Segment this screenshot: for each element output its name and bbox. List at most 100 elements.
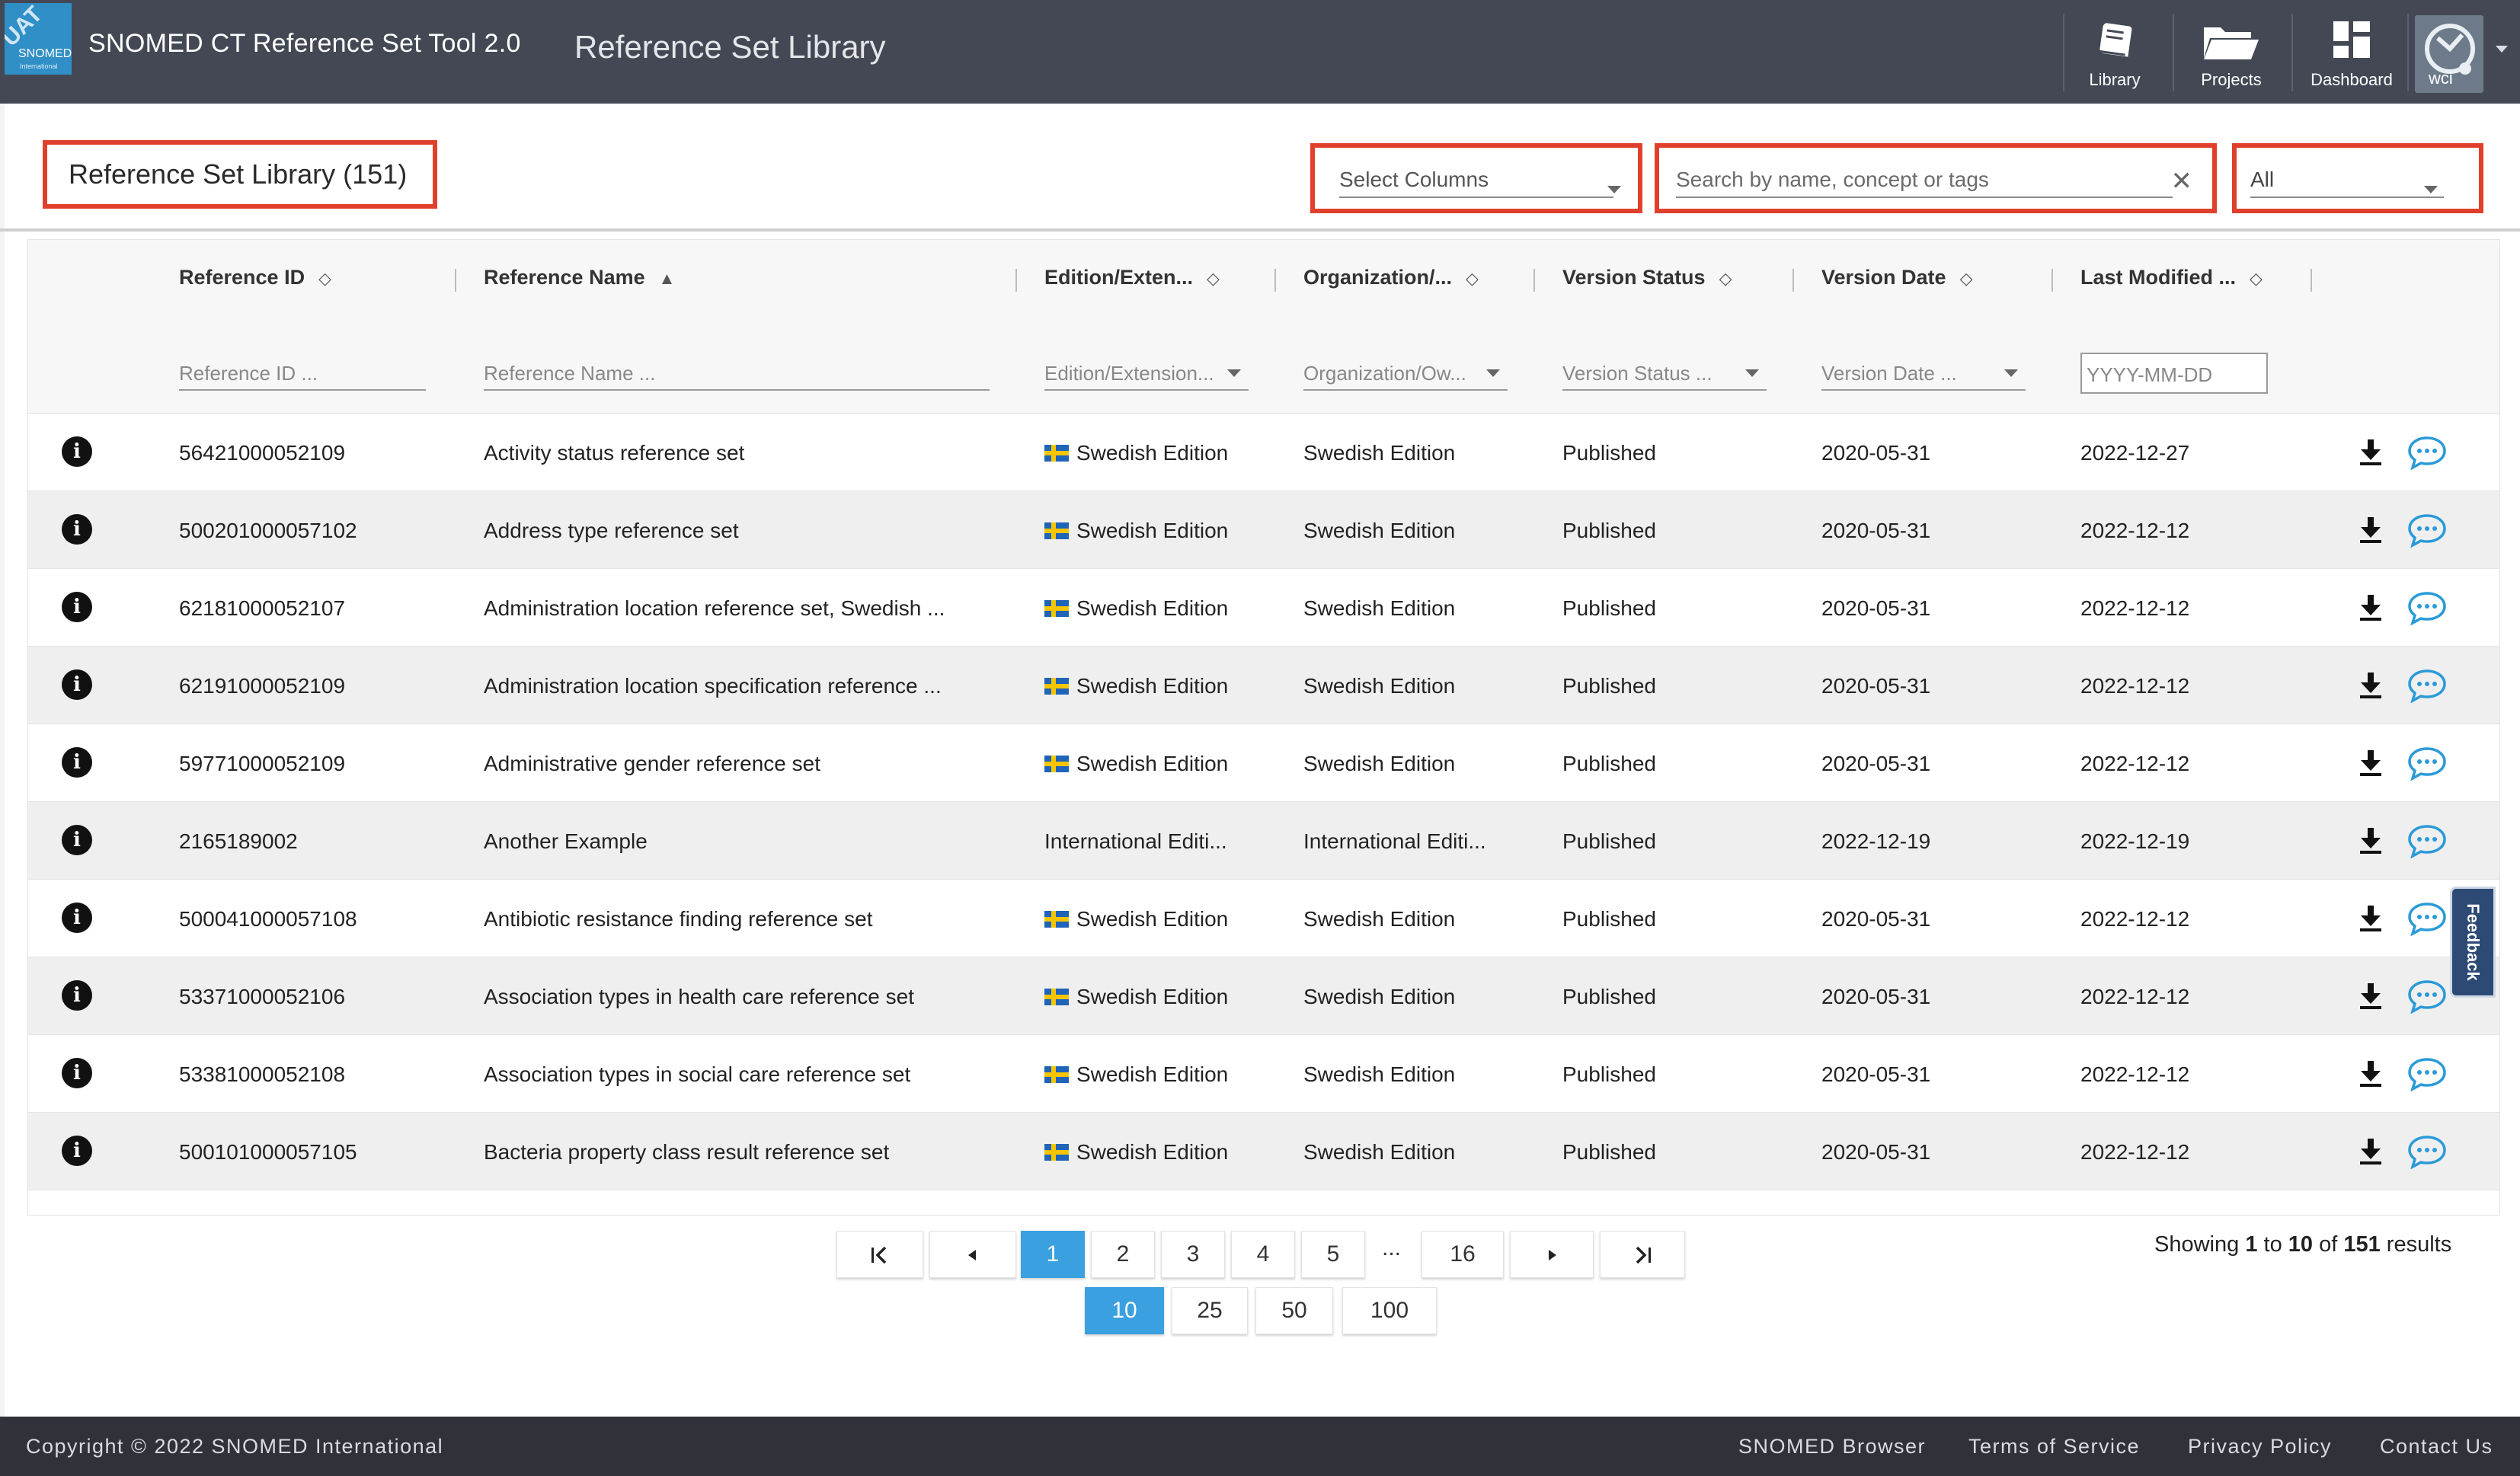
filter-organization[interactable]: Organization/Ow...: [1303, 362, 1486, 385]
filter-edition[interactable]: Edition/Extension...: [1044, 362, 1227, 385]
comment-icon[interactable]: [2406, 901, 2448, 936]
download-icon[interactable]: [2358, 749, 2384, 778]
page-button-1[interactable]: 1: [1021, 1231, 1085, 1278]
col-version-date[interactable]: Version Date ◇: [1821, 266, 1973, 289]
page-button-4[interactable]: 4: [1231, 1231, 1295, 1278]
download-icon[interactable]: [2358, 982, 2384, 1011]
table-row[interactable]: i 59771000052109 Administrative gender ref…: [28, 724, 2499, 802]
col-version-status[interactable]: Version Status ◇: [1562, 266, 1732, 289]
info-icon[interactable]: i: [62, 980, 92, 1011]
search-input[interactable]: Search by name, concept or tags ✕: [1655, 143, 2217, 213]
info-icon[interactable]: i: [62, 436, 92, 467]
page-button-2[interactable]: 2: [1091, 1231, 1155, 1278]
comment-icon[interactable]: [2406, 746, 2448, 781]
chevron-down-icon[interactable]: [2496, 46, 2508, 53]
col-reference-id[interactable]: Reference ID ◇: [179, 266, 331, 289]
col-edition[interactable]: Edition/Exten... ◇: [1044, 266, 1220, 289]
comment-icon[interactable]: [2406, 513, 2448, 548]
first-page-button[interactable]: [836, 1231, 923, 1278]
comment-icon[interactable]: [2406, 590, 2448, 625]
select-columns-dropdown[interactable]: Select Columns: [1310, 143, 1642, 213]
app-title[interactable]: SNOMED CT Reference Set Tool 2.0: [88, 29, 521, 59]
comment-icon[interactable]: [2406, 823, 2448, 858]
filter-last-modified[interactable]: YYYY-MM-DD: [2080, 353, 2268, 394]
comment-icon[interactable]: [2406, 1056, 2448, 1091]
download-icon[interactable]: [2358, 1059, 2384, 1088]
user-avatar[interactable]: wci: [2415, 15, 2483, 93]
filter-version-status[interactable]: Version Status ...: [1562, 362, 1745, 385]
snomed-logo[interactable]: UAT SNOMED International: [5, 3, 72, 75]
page-button-3[interactable]: 3: [1161, 1231, 1225, 1278]
nav-dashboard[interactable]: Dashboard: [2295, 9, 2409, 94]
page-size-50[interactable]: 50: [1255, 1287, 1333, 1334]
table-row[interactable]: i 62181000052107 Administration location r…: [28, 569, 2499, 647]
download-icon[interactable]: [2358, 516, 2384, 545]
download-icon[interactable]: [2358, 438, 2384, 467]
footer-link-terms[interactable]: Terms of Service: [1968, 1435, 2140, 1458]
info-icon[interactable]: i: [62, 669, 92, 700]
next-page-button[interactable]: [1510, 1231, 1594, 1278]
scope-dropdown[interactable]: All: [2232, 143, 2483, 213]
column-separator[interactable]: [455, 269, 456, 292]
comment-icon[interactable]: [2406, 668, 2448, 703]
table-row[interactable]: i 2165189002 Another Example International …: [28, 802, 2499, 880]
table-row[interactable]: i 500041000057108 Antibiotic resistance fi…: [28, 880, 2499, 957]
table-row[interactable]: i 62191000052109 Administration location s…: [28, 647, 2499, 724]
comment-icon[interactable]: [2406, 1134, 2448, 1169]
column-separator[interactable]: [1533, 269, 1535, 292]
info-icon[interactable]: i: [62, 1136, 92, 1166]
table-row[interactable]: i 53371000052106 Association types in heal…: [28, 957, 2499, 1035]
page-size-10[interactable]: 10: [1085, 1287, 1164, 1334]
download-icon[interactable]: [2358, 1137, 2384, 1166]
cell-reference-name[interactable]: Administration location specification re…: [484, 674, 1015, 698]
cell-reference-name[interactable]: Association types in social care referen…: [484, 1062, 1015, 1087]
col-organization[interactable]: Organization/... ◇: [1303, 266, 1479, 289]
cell-reference-name[interactable]: Activity status reference set: [484, 441, 1015, 465]
table-row[interactable]: i 53381000052108 Association types in soci…: [28, 1035, 2499, 1113]
filter-reference-id[interactable]: Reference ID ...: [179, 362, 423, 385]
footer-link-privacy[interactable]: Privacy Policy: [2188, 1435, 2332, 1458]
cell-reference-name[interactable]: Address type reference set: [484, 519, 1015, 543]
download-icon[interactable]: [2358, 904, 2384, 933]
cell-reference-name[interactable]: Administration location reference set, S…: [484, 596, 1015, 621]
filter-version-date[interactable]: Version Date ...: [1821, 362, 2004, 385]
prev-page-button[interactable]: [929, 1231, 1016, 1278]
download-icon[interactable]: [2358, 671, 2384, 700]
col-reference-name[interactable]: Reference Name ▲: [484, 266, 675, 289]
cell-reference-name[interactable]: Association types in health care referen…: [484, 985, 1015, 1009]
page-button-16[interactable]: 16: [1421, 1231, 1504, 1278]
cell-reference-name[interactable]: Bacteria property class result reference…: [484, 1140, 1015, 1165]
table-row[interactable]: i 500201000057102 Address type reference s…: [28, 491, 2499, 569]
comment-icon[interactable]: [2406, 979, 2448, 1014]
nav-library[interactable]: Library: [2071, 9, 2159, 94]
cell-reference-name[interactable]: Antibiotic resistance finding reference …: [484, 907, 1015, 931]
filter-reference-name[interactable]: Reference Name ...: [484, 362, 987, 385]
footer-link-contact[interactable]: Contact Us: [2380, 1435, 2493, 1458]
column-separator[interactable]: [1792, 269, 1794, 292]
page-size-100[interactable]: 100: [1342, 1287, 1437, 1334]
column-separator[interactable]: [2051, 269, 2053, 292]
nav-projects[interactable]: Projects: [2183, 9, 2279, 94]
download-icon[interactable]: [2358, 826, 2384, 855]
info-icon[interactable]: i: [62, 1058, 92, 1088]
cell-reference-name[interactable]: Administrative gender reference set: [484, 752, 1015, 776]
column-separator[interactable]: [1274, 269, 1276, 292]
download-icon[interactable]: [2358, 593, 2384, 622]
column-separator[interactable]: [2311, 269, 2312, 292]
page-size-25[interactable]: 25: [1172, 1287, 1248, 1334]
last-page-button[interactable]: [1600, 1231, 1685, 1278]
info-icon[interactable]: i: [62, 747, 92, 778]
page-button-5[interactable]: 5: [1301, 1231, 1365, 1278]
table-row[interactable]: i 500101000057105 Bacteria property class …: [28, 1113, 2499, 1190]
cell-reference-name[interactable]: Another Example: [484, 829, 1015, 854]
comment-icon[interactable]: [2406, 435, 2448, 470]
info-icon[interactable]: i: [62, 592, 92, 622]
footer-link-snomed-browser[interactable]: SNOMED Browser: [1738, 1435, 1926, 1458]
column-separator[interactable]: [1015, 269, 1017, 292]
feedback-tab[interactable]: Feedback: [2450, 887, 2496, 998]
clear-search-icon[interactable]: ✕: [2171, 166, 2193, 196]
col-last-modified[interactable]: Last Modified ... ◇: [2080, 266, 2263, 289]
table-row[interactable]: i 56421000052109 Activity status reference…: [28, 414, 2499, 491]
info-icon[interactable]: i: [62, 903, 92, 933]
info-icon[interactable]: i: [62, 514, 92, 545]
